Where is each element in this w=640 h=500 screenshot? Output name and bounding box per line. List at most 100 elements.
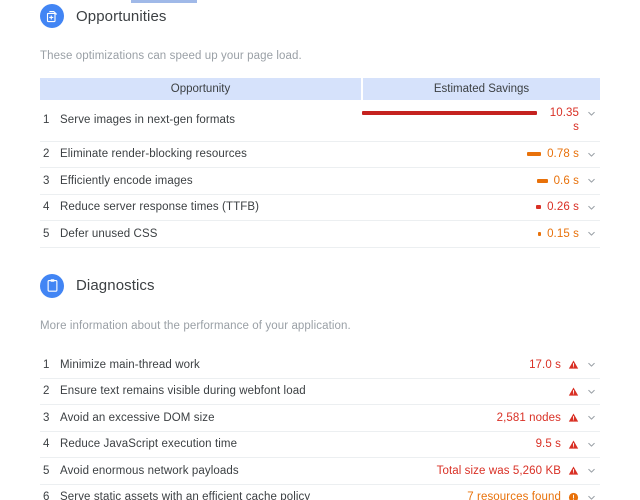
diagnostic-row-index: 1 (43, 358, 50, 371)
opportunity-row-index: 1 (43, 114, 50, 127)
chevron-down-icon[interactable] (585, 384, 597, 398)
opportunity-cell-title: 2 Eliminate render-blocking resources (40, 141, 362, 168)
diagnostic-row[interactable]: 5 Avoid enormous network payloads Total si… (40, 457, 600, 485)
clipboard-icon (40, 273, 64, 298)
diagnostic-row-title: Reduce JavaScript execution time (60, 438, 238, 451)
diagnostics-header: Diagnostics (40, 273, 600, 298)
diagnostics-table: 1 Minimize main-thread work 17.0 s 2 Ensure … (40, 351, 600, 500)
opportunity-row-title: Serve images in next-gen formats (60, 114, 236, 127)
diagnostic-cell-title: 5 Avoid enormous network payloads (40, 457, 362, 485)
opportunity-cell-title: 3 Efficiently encode images (40, 167, 362, 195)
savings-bar (362, 147, 542, 161)
chevron-down-icon[interactable] (585, 411, 597, 425)
diagnostic-value: 17.0 s (529, 358, 561, 371)
opportunity-cell-savings: 0.26 s (362, 194, 600, 221)
diagnostic-cell-value: 9.5 s (362, 431, 600, 458)
savings-bar (362, 106, 537, 120)
diagnostic-row-title: Serve static assets with an efficient ca… (60, 491, 311, 500)
savings-bar (362, 174, 548, 188)
diagnostic-cell-value: 17.0 s (362, 351, 600, 379)
opportunity-row[interactable]: 2 Eliminate render-blocking resources 0.78… (40, 141, 600, 168)
diagnostic-row[interactable]: 6 Serve static assets with an efficient c… (40, 484, 600, 500)
column-header-estimated-savings: Estimated Savings (362, 78, 600, 100)
savings-bar (362, 227, 542, 241)
opportunity-cell-savings: 0.78 s (362, 141, 600, 168)
info-circle-icon (567, 490, 579, 500)
lighthouse-report-page: Opportunities These optimizations can sp… (0, 0, 640, 500)
diagnostic-value: 9.5 s (535, 438, 561, 451)
opportunity-cell-title: 5 Defer unused CSS (40, 220, 362, 248)
savings-value: 0.15 s (547, 227, 579, 240)
opportunity-cell-savings: 0.15 s (362, 220, 600, 248)
savings-value: 0.6 s (553, 174, 579, 187)
opportunity-row-title: Eliminate render-blocking resources (60, 148, 247, 161)
warning-triangle-icon (567, 384, 579, 398)
opportunity-row[interactable]: 1 Serve images in next-gen formats 10.35 s (40, 100, 600, 142)
diagnostic-cell-title: 1 Minimize main-thread work (40, 351, 362, 379)
diagnostic-cell-title: 3 Avoid an excessive DOM size (40, 404, 362, 432)
diagnostic-row[interactable]: 4 Reduce JavaScript execution time 9.5 s (40, 431, 600, 458)
chevron-down-icon[interactable] (585, 106, 597, 120)
diagnostic-value: Total size was 5,260 KB (436, 464, 561, 477)
diagnostic-row-index: 3 (43, 411, 50, 424)
opportunities-description: These optimizations can speed up your pa… (40, 50, 302, 62)
chevron-down-icon[interactable] (585, 174, 597, 188)
diagnostic-cell-value: 7 resources found (362, 484, 600, 500)
diagnostic-row[interactable]: 2 Ensure text remains visible during webf… (40, 378, 600, 405)
opportunity-row-index: 4 (43, 201, 50, 214)
opportunity-row-title: Defer unused CSS (60, 227, 158, 240)
warning-triangle-icon (567, 437, 579, 451)
diagnostic-row-title: Avoid enormous network payloads (60, 464, 239, 477)
opportunity-row-index: 5 (43, 227, 50, 240)
opportunity-cell-savings: 10.35 s (362, 100, 600, 142)
chevron-down-icon[interactable] (585, 147, 597, 161)
opportunity-cell-savings: 0.6 s (362, 167, 600, 195)
diagnostic-cell-title: 4 Reduce JavaScript execution time (40, 431, 362, 458)
opportunity-row-index: 3 (43, 174, 50, 187)
diagnostic-cell-value: 2,581 nodes (362, 404, 600, 432)
diagnostics-table-body: 1 Minimize main-thread work 17.0 s 2 Ensure … (40, 351, 600, 500)
opportunity-row[interactable]: 5 Defer unused CSS 0.15 s (40, 220, 600, 248)
savings-value: 0.78 s (547, 148, 579, 161)
diagnostic-value: 2,581 nodes (496, 411, 561, 424)
opportunity-row[interactable]: 3 Efficiently encode images 0.6 s (40, 167, 600, 195)
opportunity-row-title: Efficiently encode images (60, 174, 193, 187)
diagnostic-cell-value (362, 378, 600, 405)
diagnostics-title: Diagnostics (76, 277, 155, 294)
warning-triangle-icon (567, 464, 579, 478)
diagnostic-row-index: 2 (43, 385, 50, 398)
diagnostic-row[interactable]: 1 Minimize main-thread work 17.0 s (40, 351, 600, 379)
diagnostic-row-title: Ensure text remains visible during webfo… (60, 385, 306, 398)
chevron-down-icon[interactable] (585, 490, 597, 500)
opportunity-cell-title: 4 Reduce server response times (TTFB) (40, 194, 362, 221)
opportunity-row-title: Reduce server response times (TTFB) (60, 201, 260, 214)
diagnostic-value: 7 resources found (467, 491, 561, 500)
savings-value: 0.26 s (547, 201, 579, 214)
savings-bar (362, 200, 542, 214)
chevron-down-icon[interactable] (585, 200, 597, 214)
opportunities-table: Opportunity Estimated Savings 1 Serve ima… (40, 78, 600, 248)
diagnostic-cell-title: 6 Serve static assets with an efficient c… (40, 484, 362, 500)
savings-value: 10.35 s (549, 107, 579, 134)
diagnostic-row-title: Avoid an excessive DOM size (60, 411, 215, 424)
opportunities-header: Opportunities (40, 4, 600, 28)
opportunity-page-icon (40, 4, 64, 28)
opportunities-title: Opportunities (76, 7, 167, 25)
chevron-down-icon[interactable] (585, 464, 597, 478)
opportunities-section: Opportunities These optimizations can sp… (0, 0, 640, 248)
diagnostic-row-index: 6 (43, 491, 50, 500)
chevron-down-icon[interactable] (585, 227, 597, 241)
opportunities-table-body: 1 Serve images in next-gen formats 10.35 s… (40, 100, 600, 248)
chevron-down-icon[interactable] (585, 358, 597, 372)
column-header-opportunity: Opportunity (40, 78, 363, 100)
opportunity-row[interactable]: 4 Reduce server response times (TTFB) 0.26… (40, 194, 600, 221)
warning-triangle-icon (567, 358, 579, 372)
opportunity-row-index: 2 (43, 148, 50, 161)
diagnostics-section: Diagnostics More information about the p… (0, 273, 640, 500)
diagnostic-row-index: 5 (43, 464, 50, 477)
opportunity-cell-title: 1 Serve images in next-gen formats (40, 100, 362, 142)
diagnostic-row[interactable]: 3 Avoid an excessive DOM size 2,581 nodes (40, 404, 600, 432)
chevron-down-icon[interactable] (585, 437, 597, 451)
diagnostic-row-index: 4 (43, 438, 50, 451)
diagnostic-cell-title: 2 Ensure text remains visible during webf… (40, 378, 362, 405)
